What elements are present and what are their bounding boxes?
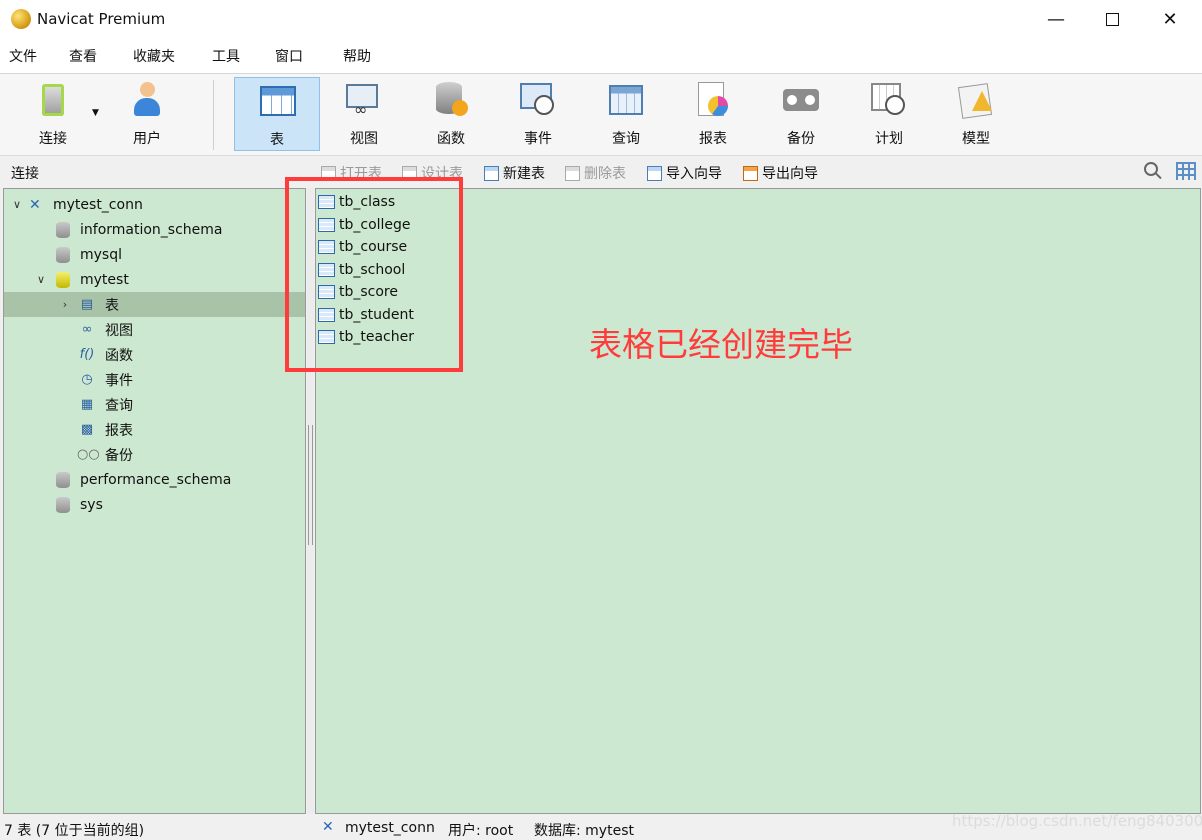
table-icon bbox=[259, 82, 297, 120]
model-button[interactable]: 模型 bbox=[933, 77, 1019, 151]
database-icon bbox=[56, 221, 70, 238]
database-icon bbox=[56, 471, 70, 488]
menu-tools[interactable]: 工具 bbox=[212, 46, 240, 66]
navicat-logo-icon bbox=[11, 9, 31, 29]
function-icon bbox=[432, 81, 470, 119]
tree-db-sys[interactable]: sys bbox=[4, 492, 305, 517]
tree-db-mytest[interactable]: ∨ mytest bbox=[4, 267, 305, 292]
connect-button[interactable]: 连接 bbox=[10, 77, 96, 151]
menu-help[interactable]: 帮助 bbox=[343, 46, 371, 66]
user-icon bbox=[128, 81, 166, 119]
tree-item-tables[interactable]: › ▤ 表 bbox=[4, 292, 305, 317]
schedule-button[interactable]: 计划 bbox=[846, 77, 932, 151]
annotation-text: 表格已经创建完毕 bbox=[589, 325, 853, 364]
section-label: 连接 bbox=[11, 166, 39, 182]
tree-item-backups[interactable]: ○○ 备份 bbox=[4, 442, 305, 467]
status-user: 用户: root bbox=[448, 823, 514, 839]
query-icon: ▦ bbox=[80, 397, 94, 412]
chevron-right-icon[interactable]: › bbox=[59, 298, 71, 311]
new-table-icon bbox=[484, 165, 499, 181]
view-button[interactable]: ∞ 视图 bbox=[321, 77, 407, 151]
view-icon: ∞ bbox=[345, 81, 383, 119]
backup-tape-icon: ○○ bbox=[77, 447, 100, 462]
tree-connection[interactable]: ∨ ✕ mytest_conn bbox=[4, 192, 305, 217]
navigation-pane: ∨ ✕ mytest_conn information_schema mysql… bbox=[3, 188, 306, 814]
window-title: Navicat Premium bbox=[37, 10, 166, 28]
delete-table-button[interactable]: 删除表 bbox=[565, 163, 626, 183]
database-icon bbox=[56, 246, 70, 263]
model-icon bbox=[957, 81, 995, 119]
open-database-icon bbox=[56, 271, 70, 288]
mysql-connection-icon: ✕ bbox=[322, 819, 334, 835]
splitter-grip[interactable] bbox=[308, 425, 313, 545]
event-clock-icon: ◷ bbox=[81, 372, 93, 387]
tree-db-information-schema[interactable]: information_schema bbox=[4, 217, 305, 242]
query-button[interactable]: 查询 bbox=[583, 77, 669, 151]
title-bar bbox=[0, 0, 1202, 39]
database-icon bbox=[56, 496, 70, 513]
menu-favorites[interactable]: 收藏夹 bbox=[133, 46, 175, 66]
menu-view[interactable]: 查看 bbox=[69, 46, 97, 66]
report-icon: ▩ bbox=[80, 422, 94, 437]
import-icon bbox=[647, 165, 662, 181]
minimize-button[interactable]: — bbox=[1027, 0, 1085, 39]
function-button[interactable]: 函数 bbox=[408, 77, 494, 151]
view-icon: ∞ bbox=[81, 322, 93, 337]
event-clock-icon bbox=[519, 81, 557, 119]
tree-item-views[interactable]: ∞ 视图 bbox=[4, 317, 305, 342]
menu-file[interactable]: 文件 bbox=[9, 46, 37, 66]
tree-item-functions[interactable]: f() 函数 bbox=[4, 342, 305, 367]
backup-tape-icon bbox=[782, 81, 820, 119]
chevron-down-icon[interactable]: ▼ bbox=[92, 108, 99, 118]
maximize-button[interactable] bbox=[1083, 0, 1141, 39]
backup-button[interactable]: 备份 bbox=[758, 77, 844, 151]
menu-bar bbox=[0, 39, 1202, 74]
tree-item-queries[interactable]: ▦ 查询 bbox=[4, 392, 305, 417]
report-chart-icon bbox=[694, 81, 732, 119]
menu-window[interactable]: 窗口 bbox=[275, 46, 303, 66]
chevron-down-icon[interactable]: ∨ bbox=[11, 198, 23, 211]
table-icon: ▤ bbox=[80, 297, 94, 312]
delete-table-icon bbox=[565, 165, 580, 181]
tree-item-events[interactable]: ◷ 事件 bbox=[4, 367, 305, 392]
schedule-calendar-icon bbox=[870, 81, 908, 119]
query-icon bbox=[607, 81, 645, 119]
status-database: 数据库: mytest bbox=[534, 823, 634, 839]
tree-item-reports[interactable]: ▩ 报表 bbox=[4, 417, 305, 442]
status-table-count: 7 表 (7 位于当前的组) bbox=[4, 823, 145, 839]
export-wizard-button[interactable]: 导出向导 bbox=[743, 163, 818, 183]
grid-view-icon[interactable] bbox=[1176, 162, 1196, 180]
import-wizard-button[interactable]: 导入向导 bbox=[647, 163, 722, 183]
watermark: https://blog.csdn.net/feng8403000 bbox=[952, 812, 1202, 830]
status-connection: mytest_conn bbox=[345, 820, 435, 836]
close-button[interactable]: ✕ bbox=[1141, 0, 1199, 39]
connection-plug-icon bbox=[34, 81, 72, 119]
event-button[interactable]: 事件 bbox=[495, 77, 581, 151]
user-button[interactable]: 用户 bbox=[104, 77, 190, 151]
chevron-down-icon[interactable]: ∨ bbox=[35, 273, 47, 286]
new-table-button[interactable]: 新建表 bbox=[484, 163, 545, 183]
report-button[interactable]: 报表 bbox=[670, 77, 756, 151]
tree-db-performance-schema[interactable]: performance_schema bbox=[4, 467, 305, 492]
mysql-connection-icon: ✕ bbox=[29, 196, 41, 213]
annotation-highlight-box bbox=[285, 177, 463, 372]
export-icon bbox=[743, 165, 758, 181]
function-icon: f() bbox=[79, 347, 95, 362]
tree-db-mysql[interactable]: mysql bbox=[4, 242, 305, 267]
toolbar-separator bbox=[213, 80, 214, 150]
table-button[interactable]: 表 bbox=[234, 77, 320, 151]
